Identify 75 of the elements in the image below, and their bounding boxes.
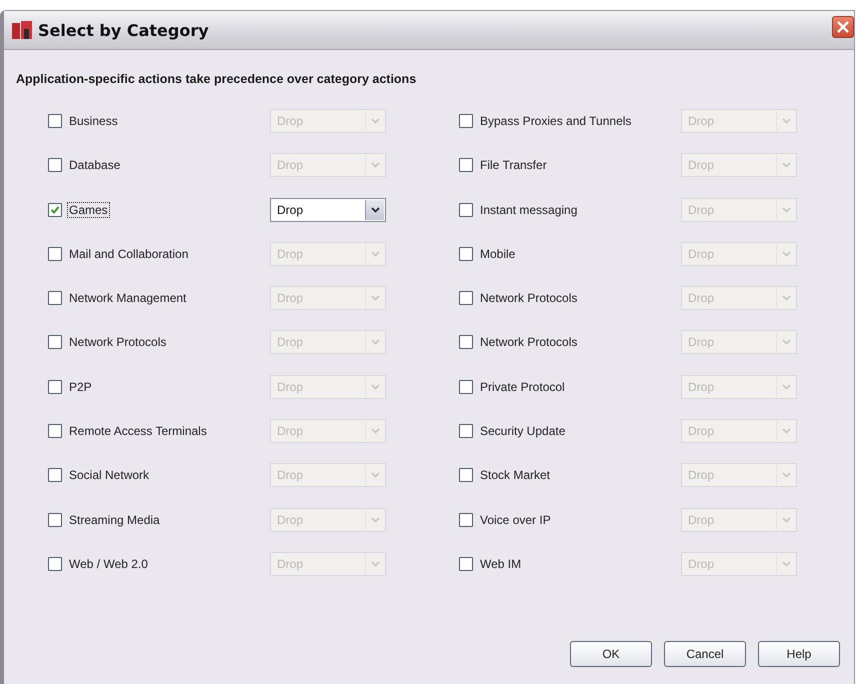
dialog-button[interactable]: Help xyxy=(758,641,840,667)
category-label[interactable]: Network Management xyxy=(68,291,188,306)
close-button[interactable] xyxy=(832,16,854,38)
chevron-down-icon xyxy=(782,339,790,346)
category-label[interactable]: Business xyxy=(68,114,119,128)
category-label[interactable]: Mobile xyxy=(479,246,516,261)
category-label[interactable]: P2P xyxy=(68,380,93,394)
checkbox[interactable] xyxy=(459,424,473,438)
chevron-down-icon xyxy=(370,295,380,302)
checkbox[interactable] xyxy=(48,468,62,482)
checkbox[interactable] xyxy=(48,291,62,306)
checkbox[interactable] xyxy=(459,202,473,217)
chevron-down-icon xyxy=(370,384,380,390)
chevron-down-icon xyxy=(370,118,380,124)
checkbox[interactable] xyxy=(459,512,473,527)
category-label[interactable]: Network Protocols xyxy=(479,291,578,306)
action-dropdown[interactable]: Drop xyxy=(270,198,386,222)
chevron-down-icon xyxy=(370,250,380,257)
chevron-down-icon xyxy=(370,472,380,478)
category-label[interactable]: Games xyxy=(68,202,109,217)
category-label[interactable]: Security Update xyxy=(479,424,566,438)
checkbox[interactable] xyxy=(48,246,62,261)
checkbox[interactable] xyxy=(48,380,62,394)
checkbox[interactable] xyxy=(459,335,473,350)
chevron-down-icon xyxy=(370,162,380,168)
checkbox[interactable] xyxy=(459,556,473,571)
chevron-down-icon xyxy=(782,428,790,434)
chevron-down-icon xyxy=(782,295,790,302)
chevron-down-icon xyxy=(782,384,790,390)
chevron-down-icon xyxy=(782,560,790,567)
checkbox[interactable] xyxy=(48,114,62,128)
checkbox[interactable] xyxy=(459,114,473,128)
chevron-down-icon xyxy=(782,250,790,257)
checkbox[interactable] xyxy=(48,335,62,350)
chevron-down-icon xyxy=(782,162,790,168)
checkbox[interactable] xyxy=(459,158,473,172)
chevron-down-icon xyxy=(370,206,380,213)
checkbox[interactable] xyxy=(48,158,62,172)
close-icon xyxy=(836,20,850,34)
checkbox[interactable] xyxy=(459,246,473,261)
category-label[interactable]: Stock Market xyxy=(479,468,552,482)
instruction-text: Application-specific actions take precedence over category actions xyxy=(16,72,418,86)
chevron-down-icon xyxy=(370,428,380,434)
chevron-down-icon xyxy=(370,560,380,567)
category-label[interactable]: Database xyxy=(68,158,122,172)
checkbox[interactable] xyxy=(48,556,62,571)
chevron-down-icon xyxy=(782,118,790,124)
checkbox[interactable] xyxy=(48,512,62,527)
checkbox[interactable] xyxy=(48,424,62,438)
chevron-down-icon xyxy=(782,472,790,478)
category-label[interactable]: Web / Web 2.0 xyxy=(68,556,149,571)
checkbox[interactable] xyxy=(459,468,473,482)
chevron-down-icon xyxy=(370,339,380,346)
checkbox[interactable] xyxy=(48,202,62,217)
category-label[interactable]: Remote Access Terminals xyxy=(68,424,208,438)
dialog-button[interactable]: OK xyxy=(570,641,652,667)
window-title: Select by Category xyxy=(38,20,210,40)
chevron-down-icon xyxy=(782,206,790,213)
category-label[interactable]: Network Protocols xyxy=(68,335,168,350)
category-label[interactable]: Streaming Media xyxy=(68,512,161,527)
category-label[interactable]: Social Network xyxy=(68,468,150,482)
checkbox[interactable] xyxy=(459,291,473,306)
chevron-down-icon xyxy=(782,516,790,523)
category-label[interactable]: Network Protocols xyxy=(479,335,578,350)
category-label[interactable]: Instant messaging xyxy=(479,202,578,217)
chevron-down-icon xyxy=(370,516,380,523)
category-label[interactable]: Private Protocol xyxy=(479,380,566,394)
category-label[interactable]: Bypass Proxies and Tunnels xyxy=(479,114,632,128)
dialog-button[interactable]: Cancel xyxy=(664,641,746,667)
category-label[interactable]: Mail and Collaboration xyxy=(68,246,190,261)
category-label[interactable]: Voice over IP xyxy=(479,512,552,527)
category-label[interactable]: File Transfer xyxy=(479,158,548,172)
category-label[interactable]: Web IM xyxy=(479,556,522,571)
checkbox[interactable] xyxy=(459,380,473,394)
app-logo-icon xyxy=(12,21,32,39)
